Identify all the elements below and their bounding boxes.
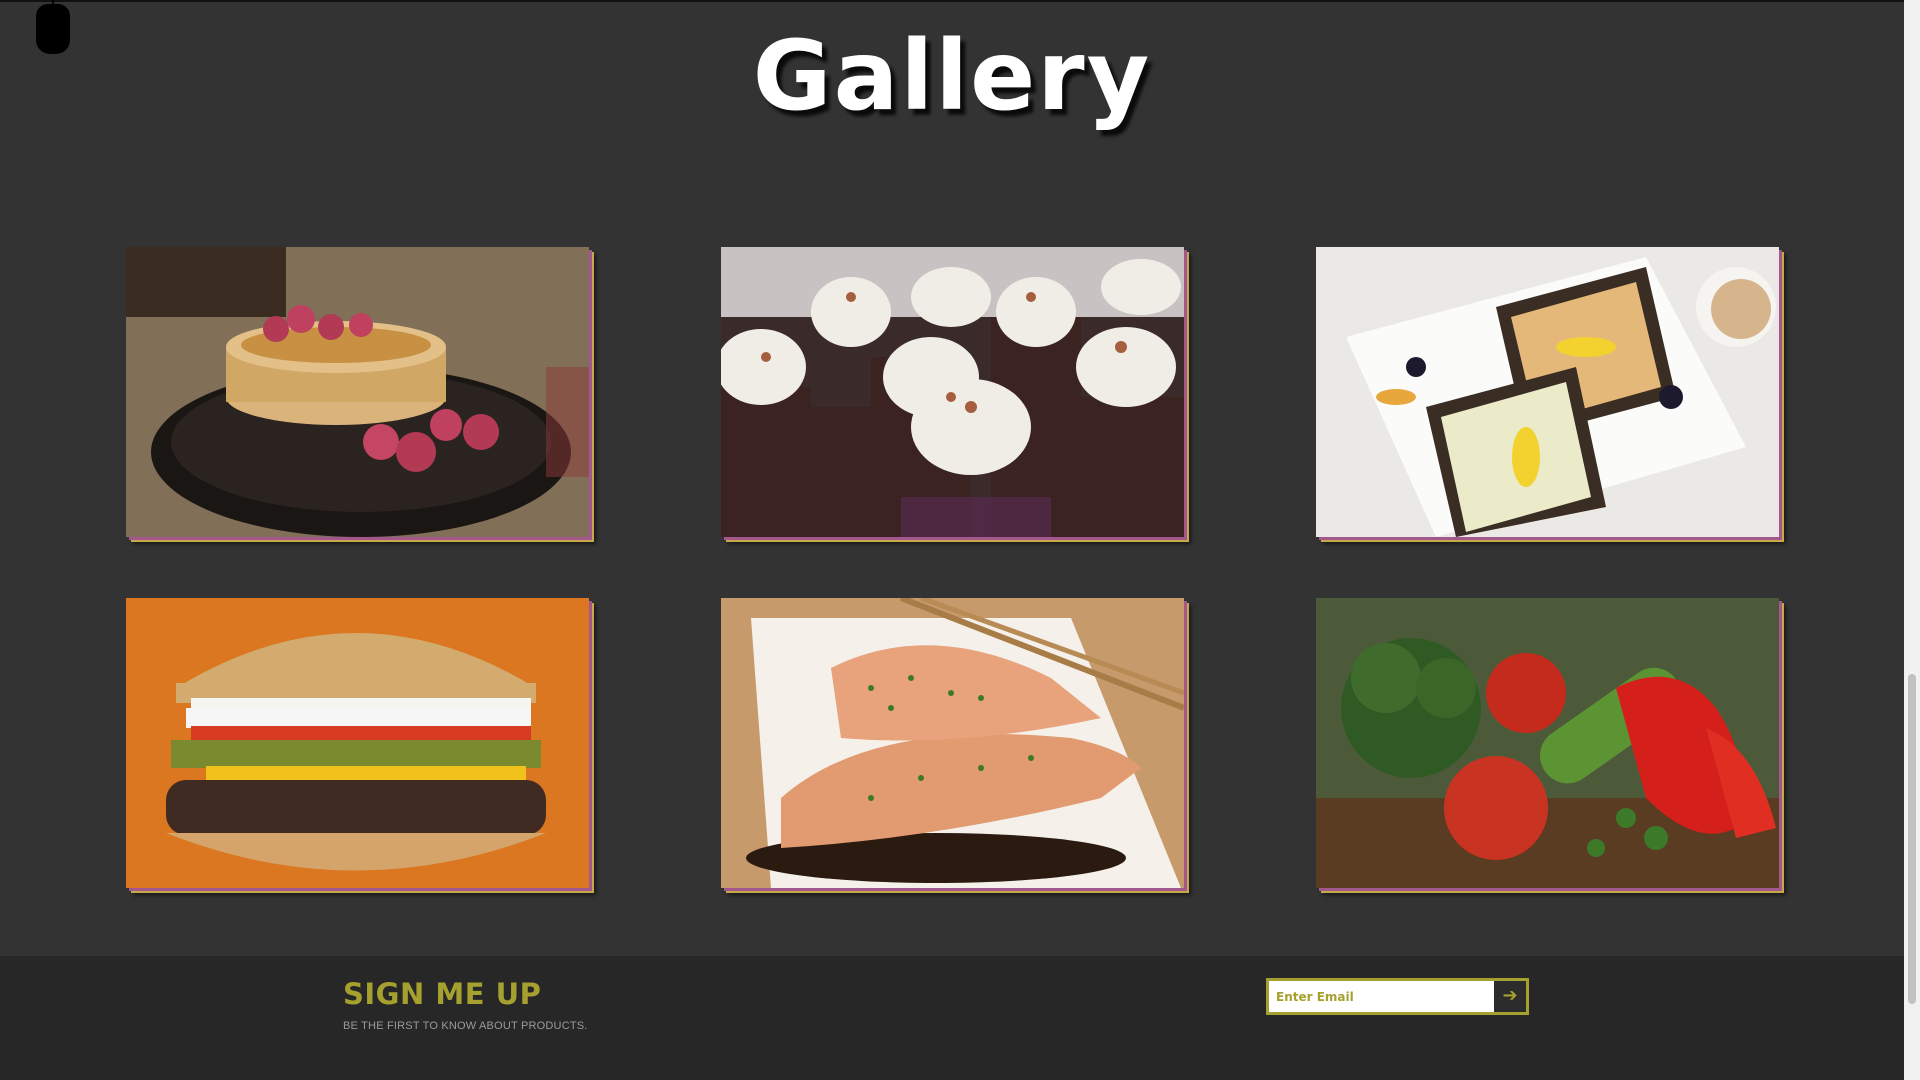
gallery-item-toast[interactable]: [1316, 247, 1779, 537]
gallery-item-salmon[interactable]: [721, 598, 1184, 888]
gallery-item-vegetables[interactable]: [1316, 598, 1779, 888]
signup-title: SIGN ME UP: [343, 977, 542, 1011]
arrow-right-icon: ➔: [1502, 985, 1518, 1006]
toast-platter-photo: [1316, 247, 1779, 537]
cupcakes-photo: [721, 247, 1184, 537]
scrollbar-thumb[interactable]: [1908, 674, 1916, 1004]
vegetables-photo: [1316, 598, 1779, 888]
gallery-item-burger[interactable]: [126, 598, 589, 888]
gallery-item-cupcakes[interactable]: [721, 247, 1184, 537]
footer: [0, 956, 1904, 1080]
pancakes-photo: [126, 247, 589, 537]
signup-subtitle: BE THE FIRST TO KNOW ABOUT PRODUCTS.: [343, 1020, 588, 1032]
scrollbar[interactable]: [1904, 0, 1920, 1080]
gallery-item-pancakes[interactable]: [126, 247, 589, 537]
submit-button[interactable]: ➔: [1494, 981, 1526, 1012]
page-title: Gallery: [752, 20, 1152, 132]
top-divider: [0, 0, 1904, 2]
email-signup-form: ➔: [1266, 978, 1529, 1015]
burger-photo: [126, 598, 589, 888]
email-input[interactable]: [1269, 981, 1494, 1012]
salmon-photo: [721, 598, 1184, 888]
